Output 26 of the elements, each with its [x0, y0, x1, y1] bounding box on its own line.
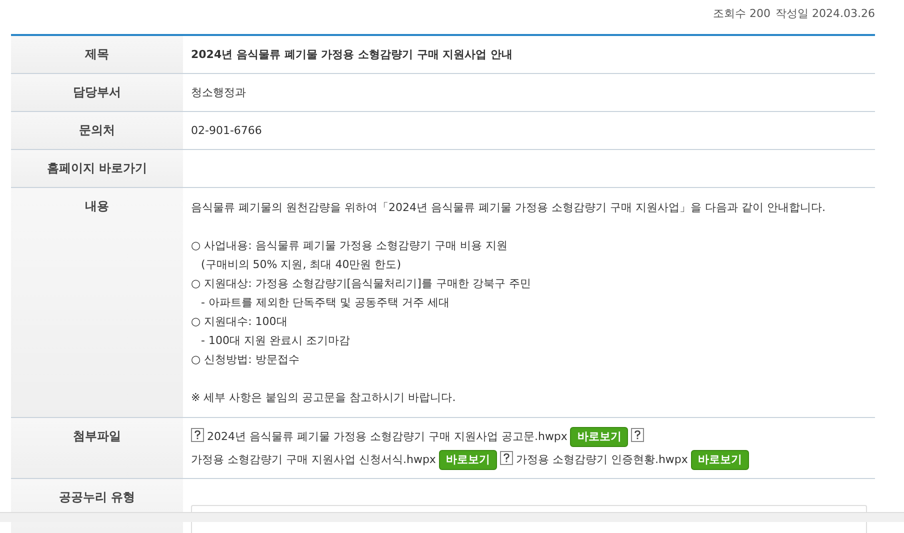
content-line: ○ 지원대수: 100대 [191, 314, 288, 330]
content-line: (구매비의 50% 지원, 최대 40만원 한도) [200, 257, 402, 273]
content-line: - 100대 지원 완료시 조기마감 [200, 333, 351, 349]
row-label: 홈페이지 바로가기 [11, 150, 183, 187]
content-line: ※ 세부 사항은 붙임의 공고문을 참고하시기 바랍니다. [191, 390, 457, 406]
row-label: 첨부파일 [11, 418, 183, 478]
file-link[interactable]: 가정용 소형감량기 구매 지원사업 신청서식.hwpx [191, 453, 436, 466]
file-link[interactable]: 가정용 소형감량기 인증현황.hwpx [516, 453, 688, 466]
broken-image-icon [500, 451, 513, 465]
row-label: 내용 [11, 188, 183, 417]
content-line: ○ 지원대상: 가정용 소형감량기[음식물처리기]를 구매한 강북구 주민 [191, 276, 532, 292]
post-date: 작성일 2024.03.26 [776, 6, 875, 22]
post-title: 2024년 음식물류 폐기물 가정용 소형감량기 구매 지원사업 안내 [191, 48, 512, 61]
row-label: 담당부서 [11, 74, 183, 111]
row-label: 문의처 [11, 112, 183, 149]
field-value: 청소행정과 [191, 86, 246, 99]
content-line: ○ 사업내용: 음식물류 폐기물 가정용 소형감량기 구매 비용 지원 [191, 238, 508, 254]
broken-image-icon [191, 428, 204, 442]
content-line: - 아파트를 제외한 단독주택 및 공동주택 거주 세대 [200, 295, 450, 311]
content-line: ○ 신청방법: 방문접수 [191, 352, 300, 368]
file-link[interactable]: 2024년 음식물류 폐기물 가정용 소형감량기 구매 지원사업 공고문.hwpx [207, 430, 568, 443]
broken-image-icon [631, 428, 644, 442]
row-label: 제목 [11, 36, 183, 73]
content-line: 음식물류 폐기물의 원천감량을 위하여「2024년 음식물류 폐기물 가정용 소형감량기 구매 지원사업」을 다음과 같이 안내합니다. [191, 200, 826, 216]
view-count: 조회수 200 [713, 6, 771, 22]
field-value: 02-901-6766 [191, 124, 262, 137]
